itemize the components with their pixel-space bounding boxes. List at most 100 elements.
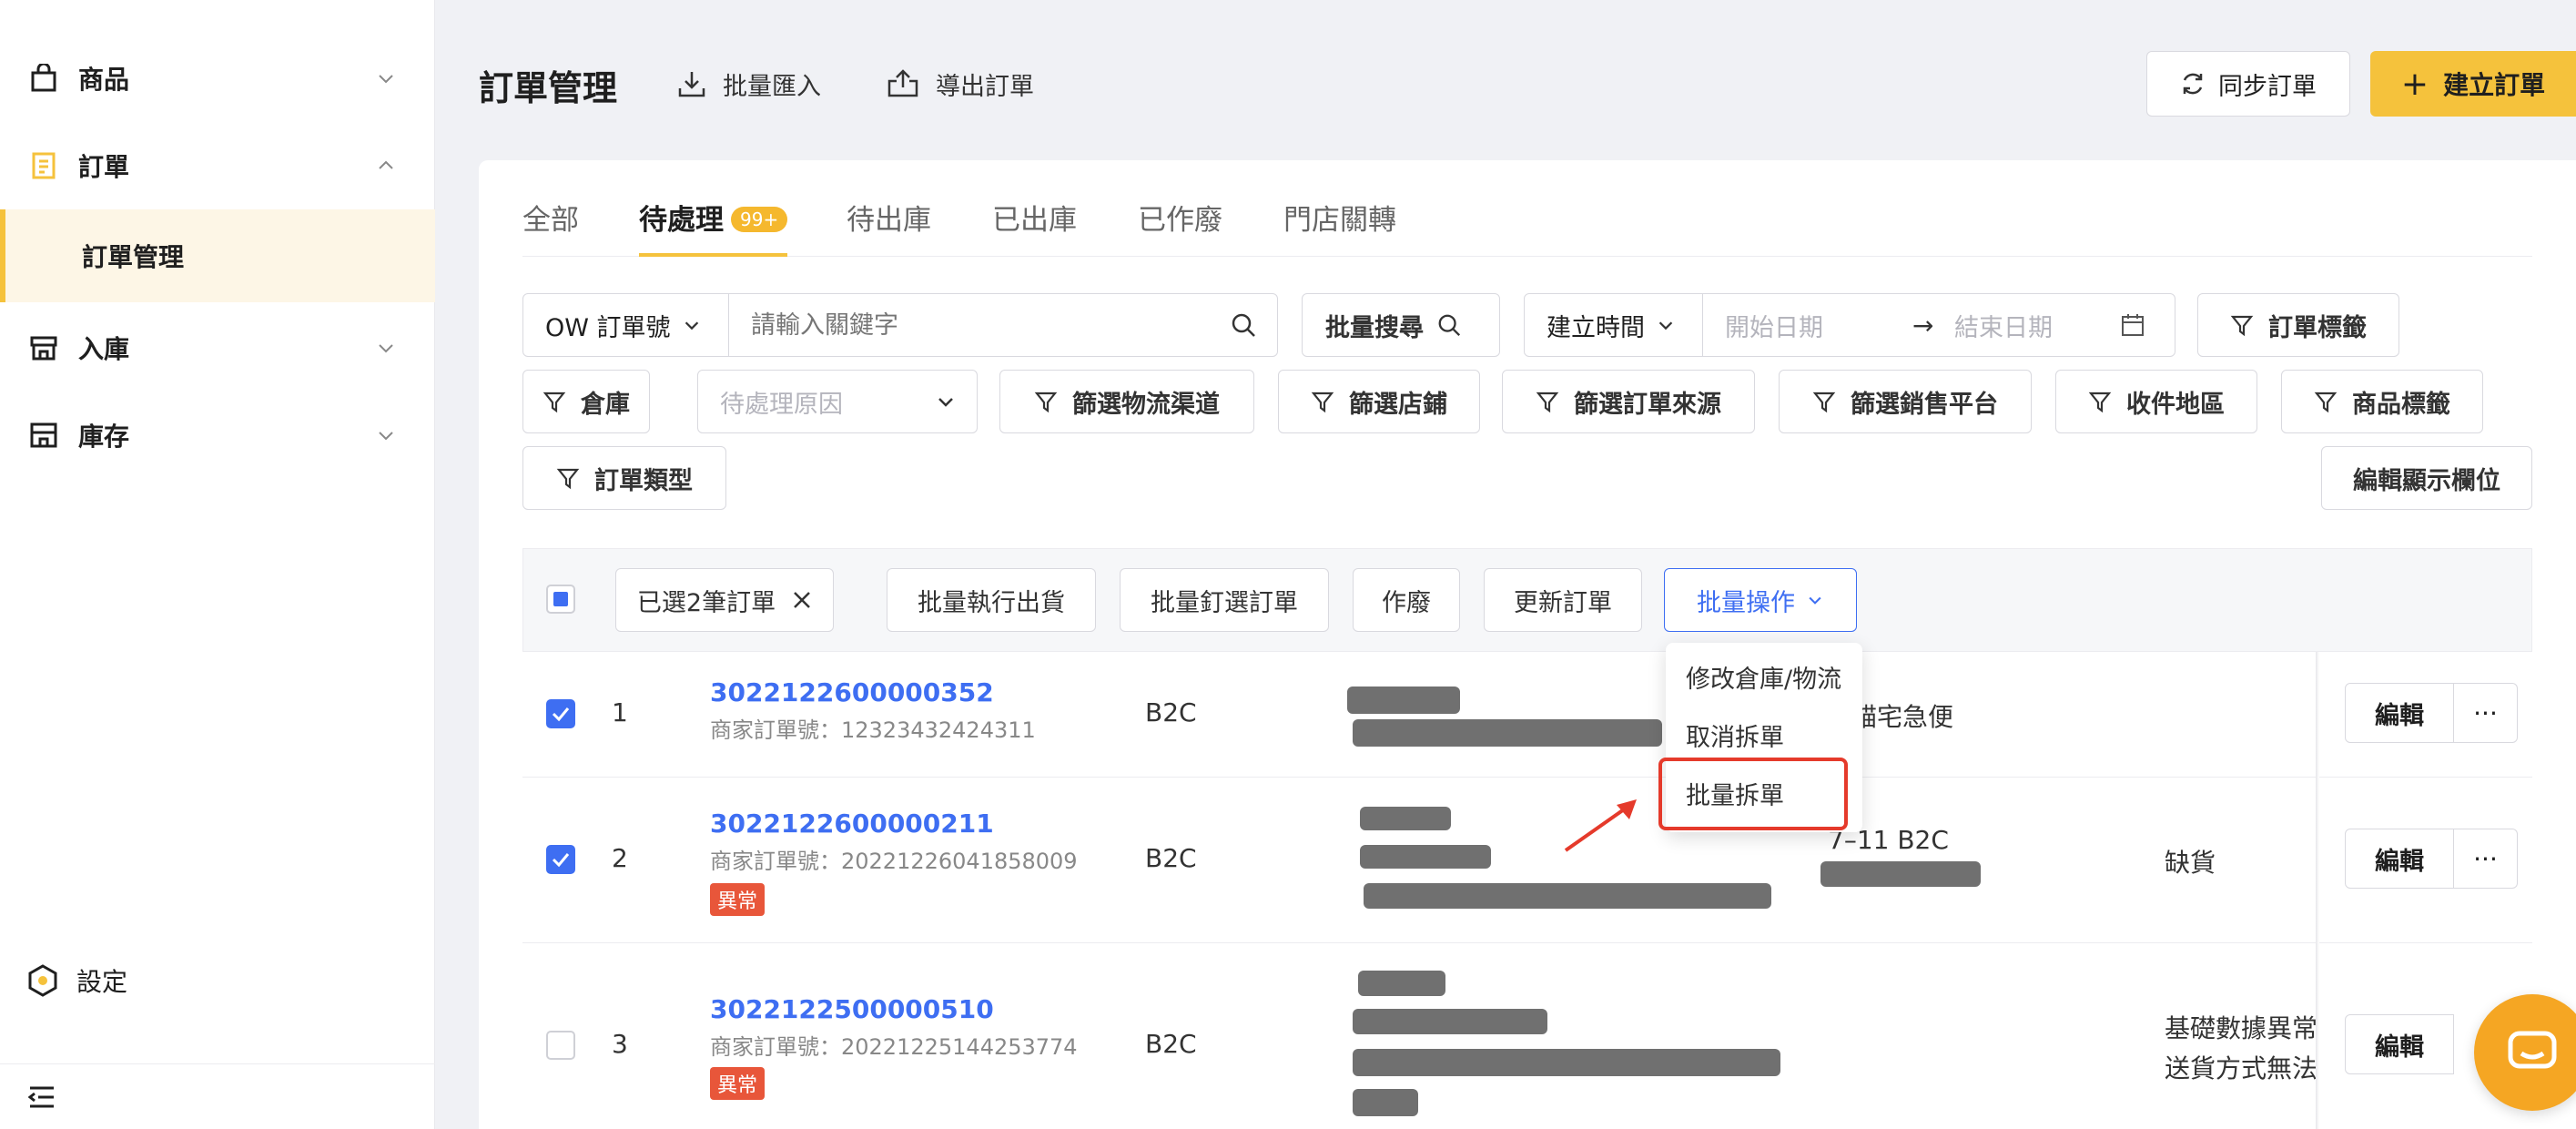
batch-import-button[interactable]: 批量匯入 <box>677 62 821 106</box>
batch-pin-button[interactable]: 批量釘選訂單 <box>1120 568 1329 632</box>
order-type: B2C <box>1145 697 1197 727</box>
edit-button[interactable]: 編輯 <box>2345 829 2454 889</box>
batch-ship-button[interactable]: 批量執行出貨 <box>887 568 1096 632</box>
date-range-group: 建立時間 開始日期 → 結束日期 <box>1524 293 2175 357</box>
order-type: B2C <box>1145 1029 1197 1059</box>
edit-columns-button[interactable]: 編輯顯示欄位 <box>2321 446 2532 510</box>
pending-reason-placeholder: 待處理原因 <box>720 390 843 419</box>
row-checkbox[interactable] <box>546 699 575 728</box>
order-tag-filter-button[interactable]: 訂單標籤 <box>2197 293 2399 357</box>
update-orders-button[interactable]: 更新訂單 <box>1484 568 1642 632</box>
keyword-input[interactable] <box>751 310 1206 340</box>
select-all-checkbox[interactable] <box>546 585 575 614</box>
filter-icon <box>1034 392 1058 413</box>
store-icon <box>27 331 60 364</box>
keyword-search-group: OW 訂單號 <box>522 293 1278 357</box>
order-type-filter-button[interactable]: 訂單類型 <box>522 446 726 510</box>
redacted-text <box>1353 719 1662 747</box>
checkmark-icon <box>552 853 570 868</box>
tab-voided[interactable]: 已作廢 <box>1138 197 1222 257</box>
sidebar-item-orders[interactable]: 訂單 <box>0 122 435 209</box>
void-button[interactable]: 作廢 <box>1353 568 1460 632</box>
menu-item-cancel-split[interactable]: 取消拆單 <box>1686 717 1784 753</box>
redacted-text <box>1353 1009 1547 1034</box>
product-tag-label: 商品標籤 <box>2352 390 2450 419</box>
sidebar: 商品 訂單 訂單管理 入庫 庫存 設定 <box>0 0 435 1129</box>
page-title: 訂單管理 <box>479 68 618 108</box>
tab-shipped[interactable]: 已出庫 <box>992 197 1077 257</box>
redacted-text <box>1347 687 1460 714</box>
shopping-bag-icon <box>27 62 60 95</box>
pending-reason-select[interactable]: 待處理原因 <box>697 370 978 433</box>
chevron-up-icon <box>379 160 393 169</box>
order-source-filter-button[interactable]: 篩選訂單來源 <box>1502 370 1755 433</box>
region-filter-button[interactable]: 收件地區 <box>2055 370 2257 433</box>
time-type-select[interactable]: 建立時間 <box>1525 294 1703 356</box>
order-number-link[interactable]: 3022122600000352 <box>710 677 994 707</box>
batch-import-label: 批量匯入 <box>723 72 821 101</box>
menu-item-edit-warehouse-logistics[interactable]: 修改倉庫/物流 <box>1686 659 1841 695</box>
edit-button[interactable]: 編輯 <box>2345 683 2454 743</box>
sidebar-item-inbound[interactable]: 入庫 <box>0 304 435 392</box>
warehouse-icon <box>27 419 60 452</box>
row-checkbox[interactable] <box>546 1031 575 1060</box>
sales-platform-filter-button[interactable]: 篩選銷售平台 <box>1779 370 2032 433</box>
merchant-order-number: 商家訂單號：20221225144253774 <box>710 1034 1078 1060</box>
tab-store-transfer[interactable]: 門店關轉 <box>1283 197 1396 257</box>
merchant-order-number: 商家訂單號：20221226041858009 <box>710 849 1078 874</box>
sync-orders-button[interactable]: 同步訂單 <box>2146 51 2350 117</box>
download-icon <box>678 72 705 97</box>
export-orders-button[interactable]: 導出訂單 <box>887 62 1034 106</box>
product-tag-filter-button[interactable]: 商品標籤 <box>2281 370 2483 433</box>
sidebar-item-products[interactable]: 商品 <box>0 35 435 122</box>
close-icon[interactable] <box>792 590 812 610</box>
merchant-order-number: 商家訂單號：12323432424311 <box>710 717 1036 743</box>
order-source-label: 篩選訂單來源 <box>1574 390 1721 419</box>
sales-platform-label: 篩選銷售平台 <box>1851 390 1998 419</box>
checkmark-icon <box>552 707 570 722</box>
edit-columns-label: 編輯顯示欄位 <box>2353 466 2500 495</box>
sidebar-subitem-order-management[interactable]: 訂單管理 <box>0 209 435 302</box>
create-order-button[interactable]: + 建立訂單 <box>2370 51 2576 117</box>
filter-icon <box>2230 315 2254 337</box>
order-number-link[interactable]: 3022122600000211 <box>710 809 994 839</box>
order-status: 基礎數據異常 <box>2165 1013 2318 1043</box>
search-icon[interactable] <box>1230 311 1257 339</box>
sidebar-item-label: 訂單 <box>78 152 130 182</box>
row-checkbox[interactable] <box>546 845 575 874</box>
collapse-menu-icon[interactable] <box>27 1085 56 1109</box>
tab-all[interactable]: 全部 <box>522 197 579 257</box>
more-actions-button[interactable]: ··· <box>2454 829 2518 889</box>
batch-operations-label: 批量操作 <box>1697 588 1795 617</box>
redacted-text <box>1353 1089 1418 1116</box>
sidebar-item-label: 庫存 <box>78 422 130 452</box>
end-date-input[interactable]: 結束日期 <box>1954 308 2120 343</box>
batch-operations-dropdown[interactable]: 批量操作 <box>1664 568 1857 632</box>
chevron-down-icon <box>1809 596 1821 605</box>
highlight-box <box>1658 758 1848 830</box>
more-actions-button[interactable]: ··· <box>2454 683 2518 743</box>
upload-icon <box>887 69 918 97</box>
logistics-filter-button[interactable]: 篩選物流渠道 <box>999 370 1254 433</box>
chevron-down-icon <box>379 75 393 84</box>
export-orders-label: 導出訂單 <box>936 72 1034 101</box>
filter-icon <box>543 392 566 413</box>
store-filter-button[interactable]: 篩選店鋪 <box>1278 370 1480 433</box>
warehouse-filter-button[interactable]: 倉庫 <box>522 370 650 433</box>
edit-button[interactable]: 編輯 <box>2345 1014 2454 1074</box>
sidebar-item-inventory[interactable]: 庫存 <box>0 392 435 479</box>
sidebar-settings[interactable]: 設定 <box>27 958 127 1003</box>
chevron-down-icon <box>938 398 953 407</box>
calendar-icon[interactable] <box>2120 312 2145 338</box>
create-order-label: 建立訂單 <box>2443 70 2546 100</box>
order-number-link[interactable]: 3022122500000510 <box>710 994 994 1024</box>
tab-pending[interactable]: 待處理 99+ <box>639 197 788 257</box>
batch-search-button[interactable]: 批量搜尋 <box>1302 293 1500 357</box>
start-date-input[interactable]: 開始日期 <box>1725 308 1912 343</box>
tab-to-ship[interactable]: 待出庫 <box>847 197 931 257</box>
error-badge: 異常 <box>710 1067 766 1100</box>
chevron-down-icon <box>379 432 393 441</box>
order-number-type-select[interactable]: OW 訂單號 <box>523 294 729 356</box>
redacted-text <box>1353 1049 1780 1076</box>
selected-count-chip[interactable]: 已選2筆訂單 <box>615 568 834 632</box>
